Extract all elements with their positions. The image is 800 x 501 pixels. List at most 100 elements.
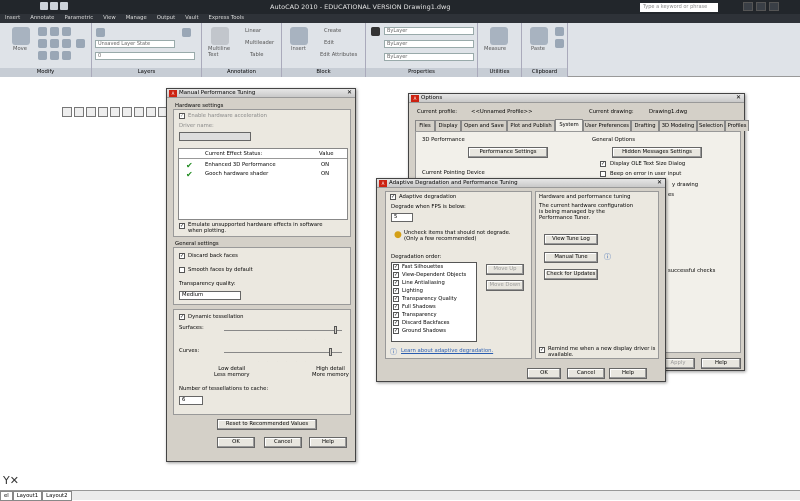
reset-button[interactable]: Reset to Recommended Values [217, 419, 317, 430]
tab-view[interactable]: View [98, 14, 121, 22]
help-button[interactable]: Help [609, 368, 647, 379]
create-label[interactable]: Create [324, 28, 341, 34]
tab-open-save[interactable]: Open and Save [461, 120, 507, 131]
item-checkbox[interactable]: ✓ [393, 328, 399, 334]
array-icon[interactable] [62, 51, 71, 60]
linear-label[interactable]: Linear [245, 28, 261, 34]
toolbar-btn-1[interactable] [62, 107, 72, 117]
tab-drafting[interactable]: Drafting [631, 120, 659, 131]
driver-name-dropdown[interactable] [179, 132, 251, 141]
stretch-icon[interactable] [38, 51, 47, 60]
move-down-button[interactable]: Move Down [486, 280, 524, 291]
cut-icon[interactable] [555, 27, 564, 36]
help-button[interactable]: Help [309, 437, 347, 448]
item-checkbox[interactable]: ✓ [393, 264, 399, 270]
copy-clip-icon[interactable] [555, 39, 564, 48]
check-updates-button[interactable]: Check for Updates [544, 269, 598, 280]
lineweight-dropdown[interactable]: ByLayer [384, 53, 474, 61]
adaptive-checkbox[interactable]: ✓ [390, 194, 396, 200]
quick-access-toolbar[interactable] [40, 2, 80, 12]
item-checkbox[interactable]: ✓ [393, 320, 399, 326]
list-item[interactable]: ✓ Ground Shadows [392, 327, 476, 335]
color-dropdown[interactable]: ByLayer [384, 27, 474, 35]
tab-annotate[interactable]: Annotate [25, 14, 59, 22]
num-tess-spinner[interactable]: 6 [179, 396, 203, 405]
panel-title-annotation[interactable]: Annotation [202, 68, 281, 77]
tab-system[interactable]: System [555, 119, 583, 131]
panel-title-clipboard[interactable]: Clipboard [522, 68, 567, 77]
move-up-button[interactable]: Move Up [486, 264, 524, 275]
layer-properties-icon[interactable] [96, 28, 105, 37]
smooth-checkbox[interactable] [179, 267, 185, 273]
list-item[interactable]: ✓ Transparency Quality [392, 295, 476, 303]
enable-hw-checkbox[interactable]: ✓ [179, 113, 185, 119]
maximize-icon[interactable] [756, 2, 766, 11]
layer-dropdown[interactable]: 0 [95, 52, 195, 60]
performance-settings-button[interactable]: Performance Settings [468, 147, 548, 158]
ok-button[interactable]: OK [527, 368, 561, 379]
edit-label[interactable]: Edit [324, 40, 334, 46]
apply-button[interactable]: Apply [661, 358, 695, 369]
search-input[interactable]: Type a keyword or phrase [640, 3, 718, 12]
toolbar-btn-6[interactable] [122, 107, 132, 117]
degradation-order-list[interactable]: ✓ Fast Silhouettes ✓ View-Dependent Object… [391, 262, 477, 342]
fillet-icon[interactable] [62, 39, 71, 48]
erase-icon[interactable] [62, 27, 71, 36]
tab-vault[interactable]: Vault [180, 14, 203, 22]
paste-icon[interactable] [530, 27, 548, 45]
tab-manage[interactable]: Manage [121, 14, 152, 22]
mirror-icon[interactable] [50, 39, 59, 48]
list-item[interactable]: ✓ Full Shadows [392, 303, 476, 311]
trim-icon[interactable] [50, 27, 59, 36]
display-ole-checkbox[interactable]: ✓ [600, 161, 606, 167]
measure-icon[interactable] [490, 27, 508, 45]
item-checkbox[interactable]: ✓ [393, 304, 399, 310]
hidden-messages-button[interactable]: Hidden Messages Settings [612, 147, 702, 158]
close-icon[interactable]: ✕ [655, 179, 664, 187]
close-icon[interactable]: ✕ [345, 89, 354, 97]
manual-tune-button[interactable]: Manual Tune [544, 252, 598, 263]
text-icon[interactable] [211, 27, 229, 45]
toolbar-btn-4[interactable] [98, 107, 108, 117]
tab-express-tools[interactable]: Express Tools [204, 14, 249, 22]
rotate-icon[interactable] [38, 27, 47, 36]
tab-insert[interactable]: Insert [0, 14, 25, 22]
copy-icon[interactable] [38, 39, 47, 48]
panel-title-layers[interactable]: Layers [92, 68, 201, 77]
surfaces-slider-thumb[interactable] [334, 326, 337, 334]
layer-tools-icon[interactable] [182, 28, 191, 37]
tab-parametric[interactable]: Parametric [59, 14, 98, 22]
linetype-dropdown[interactable]: ByLayer [384, 40, 474, 48]
item-checkbox[interactable]: ✓ [393, 296, 399, 302]
list-item[interactable]: ✓ Transparency [392, 311, 476, 319]
close-icon[interactable]: ✕ [734, 94, 743, 102]
cancel-button[interactable]: Cancel [264, 437, 302, 448]
item-checkbox[interactable]: ✓ [393, 272, 399, 278]
curves-slider-thumb[interactable] [329, 348, 332, 356]
layer-state-dropdown[interactable]: Unsaved Layer State [95, 40, 175, 48]
tab-plot-publish[interactable]: Plot and Publish [507, 120, 555, 131]
list-item[interactable]: ✓ Line Antialiasing [392, 279, 476, 287]
emulate-checkbox[interactable]: ✓ [179, 223, 185, 229]
list-item[interactable]: ✓ Discard Backfaces [392, 319, 476, 327]
toolbar-btn-3[interactable] [86, 107, 96, 117]
list-item[interactable]: ✓ Lighting [392, 287, 476, 295]
toolbar-btn-8[interactable] [146, 107, 156, 117]
table-label[interactable]: Table [250, 52, 263, 58]
cancel-button[interactable]: Cancel [567, 368, 605, 379]
move-icon[interactable] [12, 27, 30, 45]
minimize-icon[interactable] [743, 2, 753, 11]
new-icon[interactable] [40, 2, 48, 10]
multileader-label[interactable]: Multileader [245, 40, 274, 46]
tab-3d-modeling[interactable]: 3D Modeling [659, 120, 697, 131]
list-item[interactable]: ✓ Fast Silhouettes [392, 263, 476, 271]
tab-files[interactable]: Files [415, 120, 435, 131]
item-checkbox[interactable]: ✓ [393, 312, 399, 318]
item-checkbox[interactable]: ✓ [393, 280, 399, 286]
tab-selection[interactable]: Selection [697, 120, 725, 131]
explode-icon[interactable] [76, 39, 85, 48]
discard-checkbox[interactable]: ✓ [179, 253, 185, 259]
curves-slider[interactable] [224, 352, 342, 353]
fps-spinner[interactable]: 5 [391, 213, 413, 222]
tab-user-preferences[interactable]: User Preferences [583, 120, 631, 131]
